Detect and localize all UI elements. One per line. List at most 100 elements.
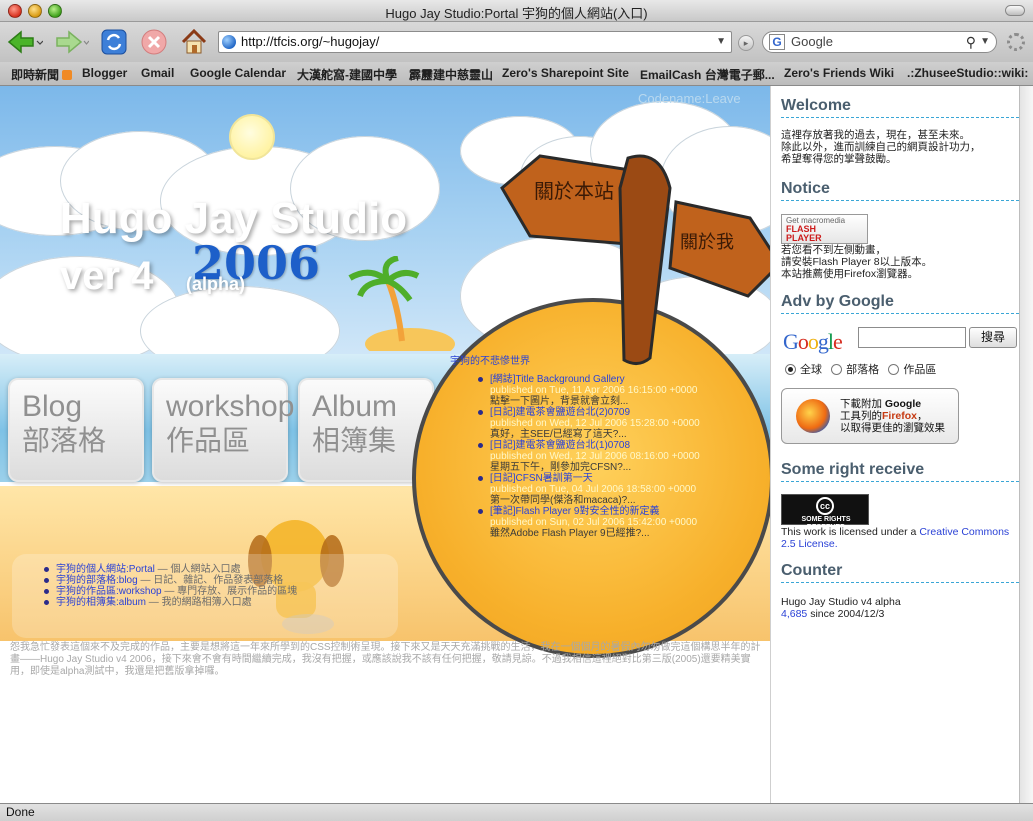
signpost-icon: 關於本站 關於我: [500, 154, 770, 365]
list-item: [網誌]Title Background Gallery published o…: [478, 374, 748, 407]
list-item: 宇狗的作品區:workshop — 專門存放、展示作品的區塊: [44, 586, 297, 597]
blog-feed-heading[interactable]: 宇狗的不悲慘世界: [450, 352, 530, 367]
bookmark-3[interactable]: Google Calendar: [190, 66, 286, 80]
site-link-desc: — 個人網站入口處: [154, 564, 241, 575]
search-input[interactable]: G Google ⚲ ▼: [762, 31, 997, 53]
forward-button[interactable]: [50, 27, 90, 57]
nav-workshop-button[interactable]: workshop 作品區: [152, 378, 295, 482]
site-link-desc: — 我的網路相簿入口處: [146, 597, 252, 608]
bookmark-9[interactable]: .:ZhuseeStudio::wiki:: [907, 66, 1028, 80]
rights-heading: Some right receive: [781, 461, 1019, 482]
site-version: ver 4: [60, 254, 154, 298]
google-search-input[interactable]: [858, 327, 966, 348]
bookmark-8[interactable]: Zero's Friends Wiki: [784, 66, 894, 80]
adv-heading: Adv by Google: [781, 293, 1019, 314]
bookmark-2[interactable]: Gmail: [141, 66, 174, 80]
sun-icon: [229, 114, 275, 160]
address-bar[interactable]: http://tfcis.org/~hugojay/ ▼: [218, 31, 732, 53]
post-meta: published on Wed, 12 Jul 2006 08:16:00 +…: [490, 451, 700, 462]
nav-workshop-zh: 作品區: [166, 425, 251, 456]
site-link[interactable]: 宇狗的作品區:workshop: [56, 586, 162, 597]
intro-paragraph: 怨我急忙發表這個來不及完成的作品，主要是想將這一年來所學到的CSS控制術呈現。接…: [10, 642, 761, 677]
get-flash-player-button[interactable]: Get macromedia FLASH PLAYER: [781, 214, 868, 244]
list-item: 宇狗的個人網站:Portal — 個人網站入口處: [44, 564, 297, 575]
site-link[interactable]: 宇狗的相簿集:album: [56, 597, 146, 608]
post-meta: published on Tue, 11 Apr 2006 16:15:00 +…: [490, 385, 698, 396]
home-button[interactable]: [178, 27, 210, 57]
post-summary: 第一次帶同學(傑洛和macaca)?...: [490, 495, 636, 506]
nav-workshop-en: workshop: [166, 390, 295, 423]
sign-about-me-label: 關於我: [680, 232, 734, 253]
status-bar: Done: [0, 803, 1033, 821]
palm-island-icon: [348, 256, 455, 351]
site-link-list: 宇狗的個人網站:Portal — 個人網站入口處 宇狗的部落格:blog — 日…: [44, 564, 297, 608]
reload-button[interactable]: [98, 27, 130, 57]
window-title: Hugo Jay Studio:Portal 宇狗的個人網站(入口): [385, 6, 648, 21]
nav-blog-button[interactable]: Blog 部落格: [8, 378, 144, 482]
rss-feed-icon: [62, 70, 73, 80]
magnifier-icon[interactable]: ⚲: [966, 32, 976, 52]
list-item: 宇狗的部落格:blog — 日記、雜記、作品發表部落格: [44, 575, 297, 586]
post-title-link[interactable]: [筆記]Flash Player 9對安全性的新定義: [490, 506, 748, 517]
notice-heading: Notice: [781, 180, 1019, 201]
page-content: Codename:Leave Hugo Jay Studio ver 4 200…: [0, 86, 1019, 803]
forward-arrow-icon: [56, 30, 89, 54]
search-scope-radios: 全球 部落格 作品區: [785, 361, 936, 377]
back-arrow-icon: [7, 30, 43, 54]
bookmark-0[interactable]: 即時新聞: [11, 66, 73, 83]
radio-blog[interactable]: 部落格: [831, 364, 879, 376]
welcome-text: 這裡存放著我的過去，現在，甚至未來。 除此以外，進而訓練自己的網頁設計功力， 希…: [781, 129, 981, 165]
vertical-scrollbar[interactable]: [1019, 86, 1033, 803]
site-link[interactable]: 宇狗的部落格:blog: [56, 575, 138, 586]
radio-global[interactable]: 全球: [785, 364, 822, 376]
window-titlebar: Hugo Jay Studio:Portal 宇狗的個人網站(入口): [0, 0, 1033, 22]
bookmarks-bar: 即時新聞 Blogger Gmail Google Calendar 大漢舵窩-…: [0, 62, 1033, 86]
site-link-desc: — 日記、雜記、作品發表部落格: [137, 575, 284, 586]
nav-blog-zh: 部落格: [22, 425, 107, 456]
radio-workshop[interactable]: 作品區: [888, 364, 936, 376]
list-item: 宇狗的相簿集:album — 我的網路相簿入口處: [44, 597, 297, 608]
cc-icon: cc: [816, 497, 834, 515]
history-dropdown-icon[interactable]: ▼: [716, 32, 726, 52]
stop-button[interactable]: [138, 27, 170, 57]
welcome-heading: Welcome: [781, 97, 1019, 118]
nav-blog-en: Blog: [22, 390, 83, 423]
post-title-link[interactable]: [日記]CFSN暑訓第一天: [490, 473, 748, 484]
home-icon: [181, 28, 207, 54]
post-meta: published on Sun, 02 Jul 2006 15:42:00 +…: [490, 517, 698, 528]
bookmark-7[interactable]: EmailCash 台灣電子郵...: [640, 66, 775, 83]
search-engine-dropdown-icon[interactable]: ▼: [980, 32, 990, 52]
counter-number[interactable]: 4,685: [781, 608, 807, 620]
license-text: This work is licensed under a Creative C…: [781, 526, 1010, 550]
post-summary: 星期五下午，剛參加完CFSN?...: [490, 462, 632, 473]
google-search-button[interactable]: 搜尋: [969, 327, 1017, 348]
post-title-link[interactable]: [日記]建電茶會鹽遊台北(2)0709: [490, 407, 748, 418]
counter-heading: Counter: [781, 562, 1019, 583]
reload-icon: [101, 29, 127, 55]
creative-commons-badge[interactable]: cc SOME RIGHTS RESERVED: [781, 494, 869, 531]
bookmark-5[interactable]: 霹靂建中慈靈山: [409, 66, 493, 83]
counter-text: Hugo Jay Studio v4 alpha 4,685 since 200…: [781, 596, 901, 620]
go-button[interactable]: ▸: [738, 35, 754, 51]
navigation-toolbar: http://tfcis.org/~hugojay/ ▼ ▸ G Google …: [0, 22, 1033, 62]
post-title-link[interactable]: [網誌]Title Background Gallery: [490, 374, 748, 385]
list-item: [日記]建電茶會鹽遊台北(1)0708 published on Wed, 12…: [478, 440, 748, 473]
notice-text: 若您看不到左側動畫， 請安裝Flash Player 8以上版本。 本站推薦使用…: [781, 244, 933, 280]
blog-post-list: [網誌]Title Background Gallery published o…: [478, 374, 748, 539]
back-button[interactable]: [6, 27, 44, 57]
post-summary: 雖然Adobe Flash Player 9已經推?...: [490, 528, 650, 539]
post-summary: 點擊一下圖片，背景就會立刻...: [490, 396, 629, 407]
post-title-link[interactable]: [日記]建電茶會鹽遊台北(1)0708: [490, 440, 748, 451]
bookmark-4[interactable]: 大漢舵窩-建國中學: [297, 66, 397, 83]
alpha-label: (alpha): [186, 274, 246, 294]
toolbar-toggle-button[interactable]: [1005, 5, 1025, 16]
google-engine-icon[interactable]: G: [769, 34, 785, 50]
site-link[interactable]: 宇狗的個人網站:Portal: [56, 564, 155, 575]
firefox-google-toolbar-ad[interactable]: 下載附加 Google 工具列的Firefox， 以取得更佳的瀏覽效果: [781, 388, 959, 444]
bookmark-6[interactable]: Zero's Sharepoint Site: [502, 66, 629, 80]
list-item: [日記]CFSN暑訓第一天 published on Tue, 04 Jul 2…: [478, 473, 748, 506]
site-link-desc: — 專門存放、展示作品的區塊: [161, 586, 298, 597]
firefox-ad-text: 下載附加 Google 工具列的Firefox， 以取得更佳的瀏覽效果: [840, 398, 945, 434]
bookmark-1[interactable]: Blogger: [82, 66, 127, 80]
search-placeholder: Google: [791, 34, 833, 49]
